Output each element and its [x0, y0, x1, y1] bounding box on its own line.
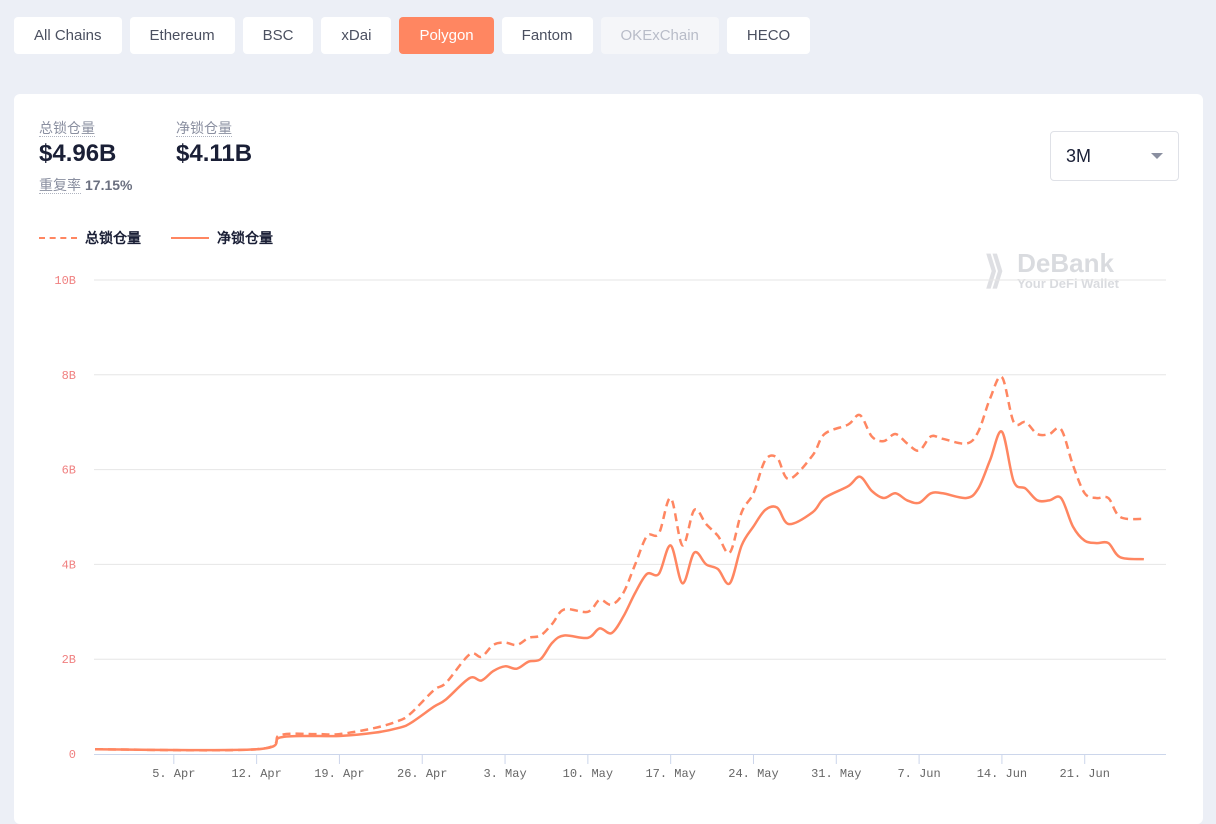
x-tick-label: 21. Jun	[1060, 767, 1110, 781]
x-tick-label: 3. May	[483, 767, 526, 781]
y-tick-label: 8B	[62, 369, 76, 383]
tvl-line-chart: 0 2B 4B 6B 8B 10B 5. Apr 12. Apr 19. Apr 26. Apr 3…	[54, 274, 1166, 781]
x-tick-label: 12. Apr	[231, 767, 281, 781]
x-tick-label: 5. Apr	[152, 767, 195, 781]
series-line-net	[94, 430, 1144, 752]
y-tick-label: 4B	[62, 558, 76, 572]
y-tick-label: 2B	[62, 653, 76, 667]
y-tick-label: 6B	[62, 464, 76, 478]
x-tick-label: 10. May	[563, 767, 613, 781]
series-line-total	[94, 375, 1144, 752]
x-tick-label: 24. May	[728, 767, 778, 781]
x-tick-label: 7. Jun	[897, 767, 940, 781]
x-tick-label: 26. Apr	[397, 767, 447, 781]
y-tick-label: 0	[69, 748, 76, 762]
x-tick-label: 14. Jun	[977, 767, 1027, 781]
x-tick-label: 17. May	[645, 767, 695, 781]
x-tick-label: 19. Apr	[314, 767, 364, 781]
x-tick-label: 31. May	[811, 767, 861, 781]
y-tick-label: 10B	[54, 274, 76, 288]
